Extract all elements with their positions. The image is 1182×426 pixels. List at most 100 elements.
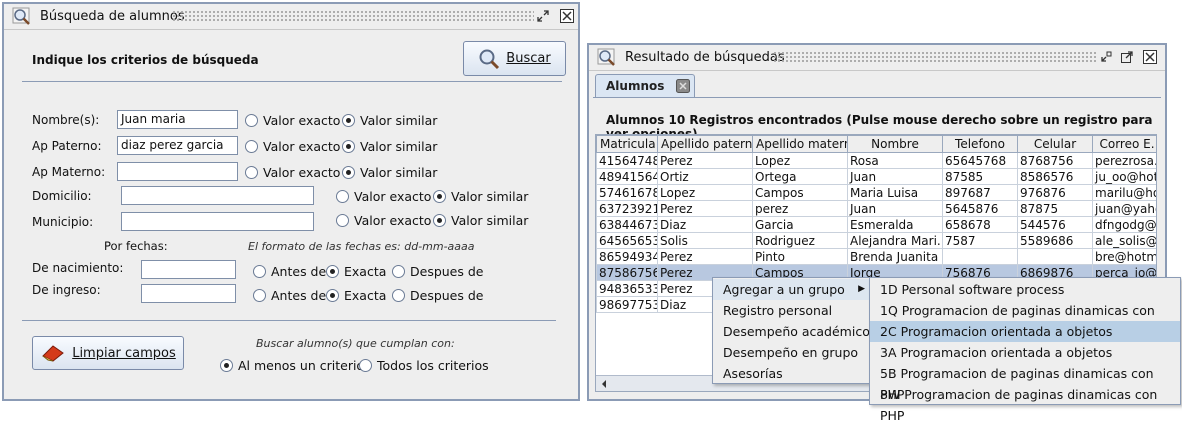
table-cell[interactable]: Perez [657, 248, 753, 265]
table-row[interactable]: 63844673 Diaz Garcia Esmeralda 658678 544576 d… [596, 216, 1156, 233]
table-cell[interactable]: Maria Luisa [847, 184, 943, 201]
ap-paterno-similar-radio[interactable]: Valor similar [342, 139, 437, 154]
table-cell[interactable]: 976876 [1017, 184, 1093, 201]
all-criteria-radio[interactable]: Todos los criterios [359, 358, 489, 373]
table-cell[interactable]: Esmeralda [847, 216, 943, 233]
table-cell[interactable]: 897687 [942, 184, 1018, 201]
table-cell[interactable]: 63723921 [596, 200, 658, 217]
table-cell[interactable]: 658678 [942, 216, 1018, 233]
table-cell[interactable]: marilu@ho... [1092, 184, 1156, 201]
search-button[interactable]: Buscar [463, 41, 566, 76]
nombre-exact-radio[interactable]: Valor exacto [245, 113, 340, 128]
table-cell[interactable]: juan@yaho... [1092, 200, 1156, 217]
nacimiento-before-radio[interactable]: Antes de [253, 264, 326, 279]
ingreso-before-radio[interactable]: Antes de [253, 288, 326, 303]
table-cell[interactable]: 8586576 [1017, 168, 1093, 185]
close-icon[interactable] [1143, 50, 1157, 64]
table-cell[interactable]: 544576 [1017, 216, 1093, 233]
any-criteria-radio[interactable]: Al menos un criterio [220, 358, 364, 373]
table-cell[interactable]: 8768756 [1017, 152, 1093, 169]
scroll-left-icon[interactable] [599, 379, 609, 389]
table-cell[interactable]: Lopez [752, 152, 848, 169]
table-cell[interactable]: 63844673 [596, 216, 658, 233]
table-cell[interactable]: 5589686 [1017, 232, 1093, 249]
submenu-item-1q[interactable]: 1Q Programacion de paginas dinamicas con… [870, 300, 1180, 339]
tab-close-icon[interactable] [676, 79, 690, 93]
table-cell[interactable]: Juan [847, 168, 943, 185]
column-header[interactable]: Nombre [847, 135, 943, 153]
ap-paterno-input[interactable]: diaz perez garcia [117, 136, 238, 155]
table-cell[interactable]: Garcia [752, 216, 848, 233]
column-header[interactable]: Correo E. [1092, 135, 1156, 153]
table-cell[interactable]: perez [752, 200, 848, 217]
clear-fields-button[interactable]: Limpiar campos [32, 336, 184, 370]
table-cell[interactable]: 64565653 [596, 232, 658, 249]
table-cell[interactable]: 7587 [942, 232, 1018, 249]
domicilio-exact-radio[interactable]: Valor exacto [336, 189, 431, 204]
municipio-exact-radio[interactable]: Valor exacto [336, 213, 431, 228]
table-cell[interactable]: 86594934 [596, 248, 658, 265]
table-cell[interactable]: Ortega [752, 168, 848, 185]
table-cell[interactable]: Perez [657, 200, 753, 217]
ingreso-input[interactable] [141, 284, 236, 303]
table-cell[interactable]: 41564748 [596, 152, 658, 169]
table-cell[interactable]: Perez [657, 152, 753, 169]
table-cell[interactable]: 87585 [942, 168, 1018, 185]
table-cell[interactable]: 48941564 [596, 168, 658, 185]
ap-paterno-exact-radio[interactable]: Valor exacto [245, 139, 340, 154]
column-header[interactable]: Apellido paterno [657, 135, 753, 153]
submenu-item-1d[interactable]: 1D Personal software process [870, 279, 1180, 300]
table-cell[interactable] [942, 248, 1018, 265]
table-cell[interactable]: ale_solis@... [1092, 232, 1156, 249]
table-cell[interactable]: 98697753 [596, 296, 658, 313]
table-cell[interactable]: Solis [657, 232, 753, 249]
municipio-input[interactable] [121, 212, 314, 231]
search-window-titlebar[interactable]: Búsqueda de alumnos [4, 4, 578, 30]
table-cell[interactable]: Juan [847, 200, 943, 217]
minimize-icon[interactable] [1099, 50, 1113, 64]
table-cell[interactable]: Rodriguez [752, 232, 848, 249]
table-cell[interactable]: 57461678 [596, 184, 658, 201]
submenu-item-8w[interactable]: 8W Programacion de paginas dinamicas con… [870, 384, 1180, 423]
domicilio-input[interactable] [121, 186, 314, 205]
ap-materno-similar-radio[interactable]: Valor similar [342, 165, 437, 180]
table-row[interactable]: 64565653 Solis Rodriguez Alejandra Mari... 7… [596, 232, 1156, 249]
nombre-similar-radio[interactable]: Valor similar [342, 113, 437, 128]
submenu-item-5b[interactable]: 5B Programacion de paginas dinamicas con… [870, 363, 1180, 402]
submenu-item-3a[interactable]: 3A Programacion orientada a objetos [870, 342, 1180, 363]
table-cell[interactable]: Pinto [752, 248, 848, 265]
ingreso-after-radio[interactable]: Despues de [392, 288, 484, 303]
menu-item-advising[interactable]: Asesorías [713, 363, 871, 384]
table-cell[interactable]: Rosa [847, 152, 943, 169]
tab-alumnos[interactable]: Alumnos [595, 74, 695, 98]
table-cell[interactable]: Campos [752, 184, 848, 201]
table-cell[interactable]: 65645768 [942, 152, 1018, 169]
column-header[interactable]: Matricula [596, 135, 658, 153]
table-cell[interactable]: Alejandra Mari... [847, 232, 943, 249]
table-cell[interactable] [1017, 248, 1093, 265]
close-icon[interactable] [560, 9, 574, 23]
table-cell[interactable]: 94836533 [596, 280, 658, 297]
table-cell[interactable]: bre@hotm... [1092, 248, 1156, 265]
table-row[interactable]: 48941564 Ortiz Ortega Juan 87585 8586576 ju_oo… [596, 168, 1156, 185]
menu-item-academic-performance[interactable]: Desempeño académico [713, 321, 871, 342]
table-cell[interactable]: ju_oo@hot... [1092, 168, 1156, 185]
table-cell[interactable]: perezrosa... [1092, 152, 1156, 169]
menu-item-group-performance[interactable]: Desempeño en grupo [713, 342, 871, 363]
table-cell[interactable]: Lopez [657, 184, 753, 201]
table-row[interactable]: 63723921 Perez perez Juan 5645876 87875 juan@y… [596, 200, 1156, 217]
domicilio-similar-radio[interactable]: Valor similar [433, 189, 528, 204]
submenu-item-2c[interactable]: 2C Programacion orientada a objetos [870, 321, 1180, 342]
table-cell[interactable]: 87875 [1017, 200, 1093, 217]
table-cell[interactable]: Diaz [657, 216, 753, 233]
nacimiento-exact-radio[interactable]: Exacta [326, 264, 386, 279]
restore-icon[interactable] [536, 9, 550, 23]
table-cell[interactable]: Ortiz [657, 168, 753, 185]
ingreso-exact-radio[interactable]: Exacta [326, 288, 386, 303]
table-cell[interactable]: 5645876 [942, 200, 1018, 217]
maximize-icon[interactable] [1120, 50, 1134, 64]
results-window-titlebar[interactable]: Resultado de búsquedas [589, 45, 1165, 71]
table-row[interactable]: 41564748 Perez Lopez Rosa 65645768 8768756 per… [596, 152, 1156, 169]
nombre-input[interactable]: Juan maria [117, 110, 238, 129]
table-cell[interactable]: dfngodg@f... [1092, 216, 1156, 233]
